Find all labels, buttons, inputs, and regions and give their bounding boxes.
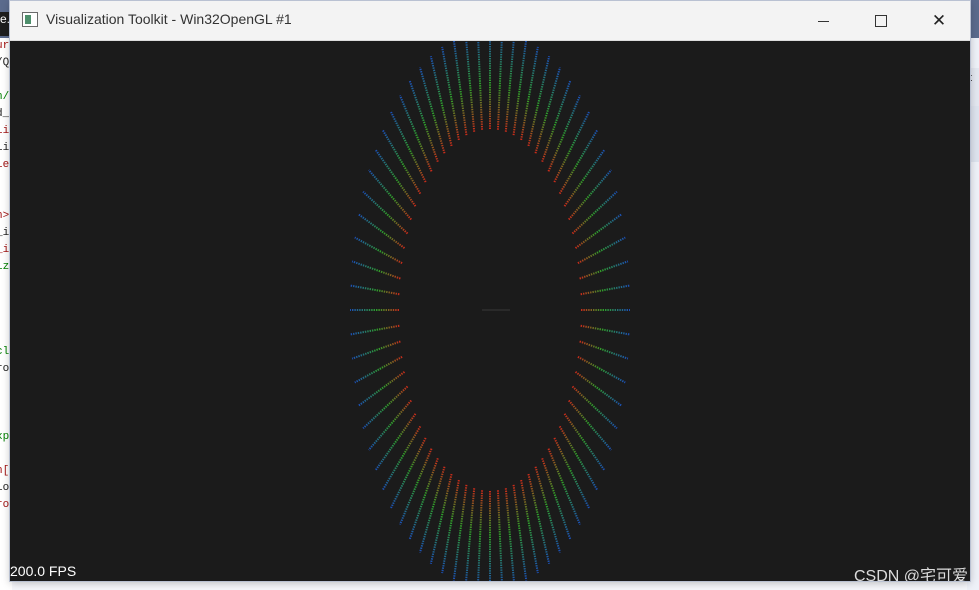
glyph-line [571, 190, 618, 235]
glyph-line [527, 56, 551, 147]
glyph-line [465, 41, 476, 132]
glyph-line [579, 340, 629, 360]
glyph-line [429, 56, 453, 147]
glyph-line [496, 490, 503, 581]
glyph-line [534, 67, 561, 154]
glyph-line [577, 355, 626, 384]
glyph-line [367, 399, 412, 451]
glyph-line [580, 324, 630, 336]
render-viewport[interactable]: 200.0 FPS CSDN @宅可爱 [10, 41, 970, 581]
glyph-line [496, 41, 503, 130]
glyph-line [477, 41, 484, 130]
glyph-line [408, 457, 439, 540]
glyph-line [527, 473, 551, 564]
glyph-line [541, 80, 572, 163]
glyph-line [580, 284, 630, 296]
glyph-line [504, 41, 515, 132]
glyph-line [350, 324, 400, 336]
glyph-line [577, 236, 626, 265]
window-title: Visualization Toolkit - Win32OpenGL #1 [46, 11, 292, 27]
glyph-line [362, 385, 409, 430]
glyph-line [429, 473, 453, 564]
glyph-line [374, 413, 417, 472]
glyph-line [563, 413, 606, 472]
maximize-icon [875, 14, 887, 27]
glyph-line [419, 466, 446, 553]
maximize-button[interactable] [852, 1, 910, 40]
glyph-line [568, 169, 613, 221]
glyph-line [374, 148, 417, 207]
watermark: CSDN @宅可爱 [853, 568, 968, 581]
fps-counter: 200.0 FPS [10, 563, 77, 579]
glyph-line [351, 340, 401, 360]
glyph-line [367, 169, 412, 221]
glyph-line [354, 236, 403, 265]
glyph-line [477, 490, 484, 581]
glyph-line [534, 466, 561, 553]
glyph-line [568, 399, 613, 451]
glyph-line [465, 488, 476, 581]
glyph-line [563, 148, 606, 207]
glyph-line [541, 457, 572, 540]
glyph-line [579, 260, 629, 280]
minimize-button[interactable] [794, 1, 852, 40]
window-titlebar[interactable]: Visualization Toolkit - Win32OpenGL #1 ✕ [10, 1, 970, 41]
glyph-visualization [350, 41, 630, 581]
close-button[interactable]: ✕ [910, 1, 968, 40]
glyph-line [351, 260, 401, 280]
glyph-line [504, 488, 515, 581]
glyph-line [512, 41, 528, 136]
glyph-line [419, 67, 446, 154]
glyph-line [571, 385, 618, 430]
minimize-icon [817, 21, 829, 22]
glyph-line [408, 80, 439, 163]
app-icon [22, 12, 38, 27]
glyph-line [350, 284, 400, 296]
glyph-line [362, 190, 409, 235]
glyph-line [354, 355, 403, 384]
vtk-render-window[interactable]: Visualization Toolkit - Win32OpenGL #1 ✕… [10, 1, 970, 581]
glyph-line [452, 41, 468, 136]
close-icon: ✕ [931, 10, 947, 30]
